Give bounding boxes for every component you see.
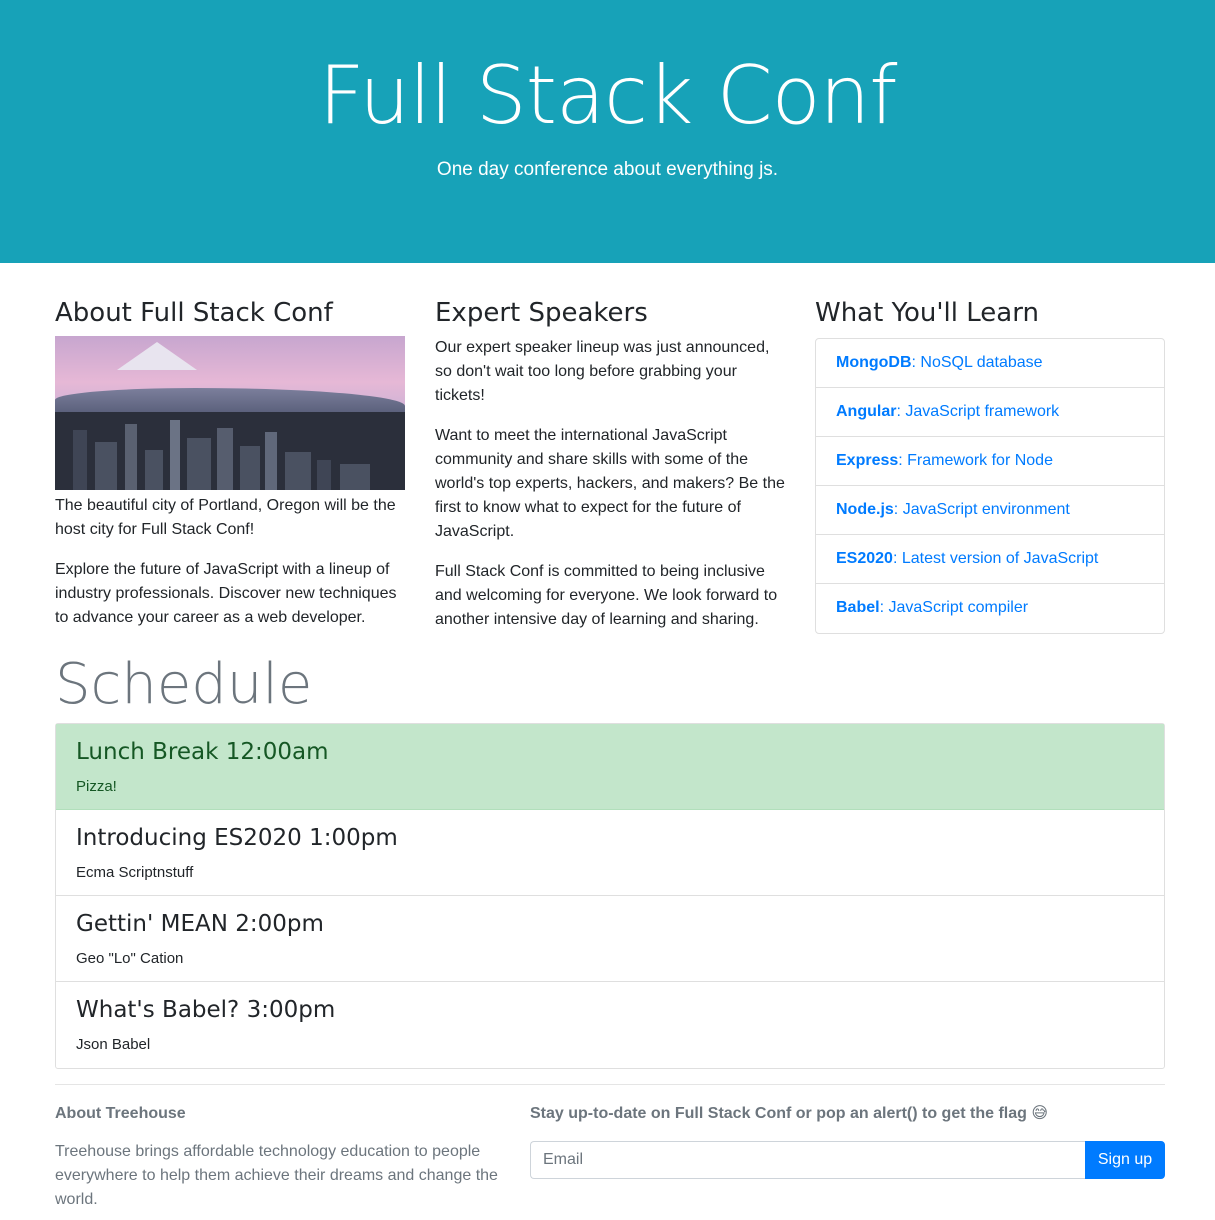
footer-about-text: Treehouse brings affordable technology e…: [55, 1143, 498, 1208]
learn-item-desc: : JavaScript framework: [896, 403, 1060, 420]
learn-item-desc: : JavaScript environment: [893, 501, 1070, 518]
speakers-paragraph: Full Stack Conf is committed to being in…: [435, 563, 778, 628]
schedule-item[interactable]: What's Babel? 3:00pm Json Babel: [56, 982, 1164, 1068]
signup-button[interactable]: Sign up: [1085, 1141, 1165, 1179]
learn-item-babel[interactable]: Babel: JavaScript compiler: [816, 584, 1164, 633]
learn-heading: What You'll Learn: [815, 298, 1039, 328]
about-heading: About Full Stack Conf: [55, 298, 333, 328]
speakers-paragraph: Our expert speaker lineup was just annou…: [435, 339, 770, 404]
footer-about-heading: About Treehouse: [55, 1105, 186, 1122]
speakers-heading: Expert Speakers: [435, 298, 648, 328]
schedule-item-speaker: Pizza!: [76, 778, 117, 795]
learn-item-desc: : JavaScript compiler: [879, 599, 1029, 616]
schedule-item-title: Lunch Break 12:00am: [76, 739, 329, 765]
email-input[interactable]: [530, 1141, 1085, 1179]
schedule-item-title: Introducing ES2020 1:00pm: [76, 825, 398, 851]
schedule-item-speaker: Geo "Lo" Cation: [76, 950, 184, 967]
speakers-section: Expert Speakers Our expert speaker lineu…: [435, 296, 785, 648]
schedule-list: Lunch Break 12:00am Pizza! Introducing E…: [55, 723, 1165, 1069]
speakers-paragraph: Want to meet the international JavaScrip…: [435, 427, 785, 540]
schedule-item-active[interactable]: Lunch Break 12:00am Pizza!: [56, 724, 1164, 810]
hero-subtitle: One day conference about everything js.: [436, 159, 779, 180]
learn-section: What You'll Learn MongoDB: NoSQL databas…: [815, 296, 1165, 634]
footer-divider: [55, 1084, 1165, 1085]
learn-item-name: ES2020: [836, 550, 893, 567]
learn-list: MongoDB: NoSQL database Angular: JavaScr…: [815, 338, 1165, 634]
hero-banner: Full Stack Conf One day conference about…: [0, 0, 1215, 263]
learn-item-name: MongoDB: [836, 354, 912, 371]
schedule-item-speaker: Ecma Scriptnstuff: [76, 864, 194, 881]
learn-item-desc: : Framework for Node: [898, 452, 1053, 469]
schedule-item-speaker: Json Babel: [76, 1036, 151, 1053]
learn-item-name: Node.js: [836, 501, 894, 518]
footer-signup: Stay up-to-date on Full Stack Conf or po…: [530, 1102, 1165, 1179]
footer-about: About Treehouse Treehouse brings afforda…: [55, 1102, 505, 1212]
schedule-heading: Schedule: [55, 652, 313, 717]
portland-photo: [55, 336, 405, 490]
about-section: About Full Stack Conf The beautiful city…: [55, 296, 405, 646]
schedule-item[interactable]: Gettin' MEAN 2:00pm Geo "Lo" Cation: [56, 896, 1164, 982]
learn-item-es2020[interactable]: ES2020: Latest version of JavaScript: [816, 535, 1164, 584]
learn-item-nodejs[interactable]: Node.js: JavaScript environment: [816, 486, 1164, 535]
about-paragraph: Explore the future of JavaScript with a …: [55, 561, 397, 626]
schedule-item[interactable]: Introducing ES2020 1:00pm Ecma Scriptnst…: [56, 810, 1164, 896]
signup-heading: Stay up-to-date on Full Stack Conf or po…: [530, 1105, 1049, 1122]
learn-item-name: Angular: [836, 403, 897, 420]
learn-item-desc: : Latest version of JavaScript: [892, 550, 1099, 567]
schedule-item-title: What's Babel? 3:00pm: [76, 997, 336, 1023]
about-paragraph: The beautiful city of Portland, Oregon w…: [55, 497, 396, 538]
schedule-item-title: Gettin' MEAN 2:00pm: [76, 911, 324, 937]
learn-item-angular[interactable]: Angular: JavaScript framework: [816, 388, 1164, 437]
learn-item-name: Babel: [836, 599, 880, 616]
signup-form: Sign up: [530, 1141, 1165, 1179]
learn-item-desc: : NoSQL database: [911, 354, 1043, 371]
learn-item-name: Express: [836, 452, 899, 469]
learn-item-express[interactable]: Express: Framework for Node: [816, 437, 1164, 486]
learn-item-mongodb[interactable]: MongoDB: NoSQL database: [816, 339, 1164, 388]
hero-title: Full Stack Conf: [318, 49, 898, 142]
